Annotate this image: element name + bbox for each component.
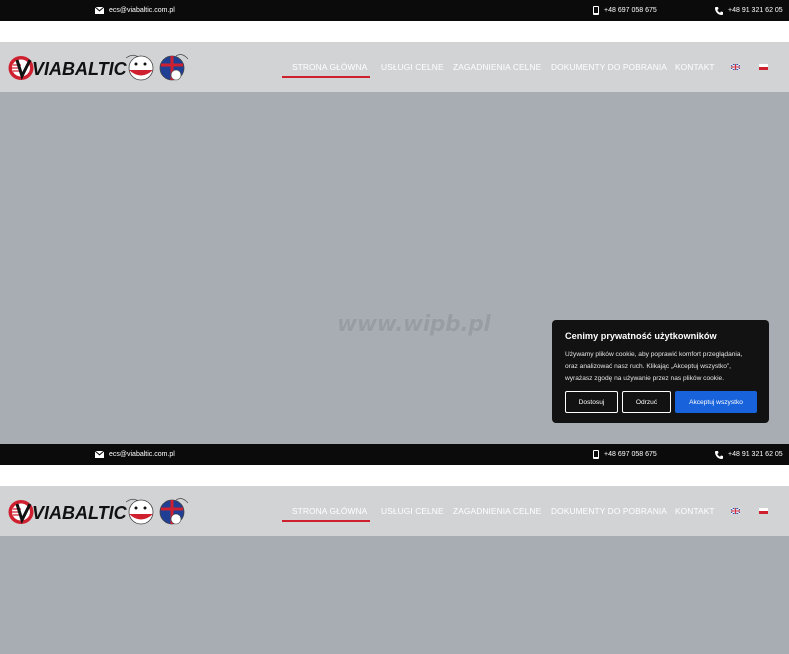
top-contact-bar-2: ecs@viabaltic.com.pl +48 697 058 675 +48… — [0, 444, 789, 465]
email-text: ecs@viabaltic.com.pl — [109, 7, 175, 14]
nav-item-customs-services-2[interactable]: USŁUGI CELNE — [381, 486, 444, 536]
envelope-icon — [95, 7, 104, 14]
phone-icon — [715, 450, 723, 459]
cookie-title: Cenimy prywatność użytkowników — [565, 331, 717, 341]
nav-item-customs-issues-2[interactable]: ZAGADNIENIA CELNE — [453, 486, 541, 536]
nav-item-home[interactable]: STRONA GŁÓWNA — [292, 42, 367, 92]
viabaltic-logo-2[interactable]: VIABALTIC — [8, 497, 193, 527]
polish-flag-icon[interactable] — [759, 64, 768, 70]
main-navbar-2: VIABALTIC STRONA GŁÓWNA USŁUGI CELNE ZAG… — [0, 486, 789, 536]
phone-text: +48 91 321 62 05 — [728, 7, 783, 14]
nav-item-contact-2[interactable]: KONTAKT — [675, 486, 715, 536]
customize-button[interactable]: Dostosuj — [565, 391, 618, 413]
phone-link-2[interactable]: +48 91 321 62 05 — [715, 444, 783, 465]
active-nav-underline — [282, 76, 370, 78]
nav-item-home-2[interactable]: STRONA GŁÓWNA — [292, 486, 367, 536]
nav-item-contact[interactable]: KONTAKT — [675, 42, 715, 92]
cookie-text-line-2: oraz analizować nasz ruch. Klikając „Akc… — [565, 363, 732, 370]
english-flag-icon[interactable] — [731, 508, 740, 514]
active-nav-underline-2 — [282, 520, 370, 522]
logo-text: VIABALTIC — [32, 59, 128, 79]
cookie-text-line-3: wyrażasz zgodę na używanie przez nas pli… — [565, 375, 725, 382]
envelope-icon — [95, 451, 104, 458]
email-link[interactable]: ecs@viabaltic.com.pl — [95, 0, 175, 21]
watermark-text: www.wipb.pl — [337, 312, 491, 337]
nav-item-documents-2[interactable]: DOKUMENTY DO POBRANIA — [551, 486, 667, 536]
polish-flag-icon[interactable] — [759, 508, 768, 514]
mobile-text: +48 697 058 675 — [604, 7, 657, 14]
mascot-icon — [125, 498, 189, 525]
top-contact-bar: ecs@viabaltic.com.pl +48 697 058 675 +48… — [0, 0, 789, 21]
main-navbar: VIABALTIC STRONA GŁÓWNA USŁUGI CELNE ZAG… — [0, 42, 789, 92]
mobile-link-2[interactable]: +48 697 058 675 — [593, 444, 657, 465]
phone-icon — [715, 6, 723, 15]
nav-item-documents[interactable]: DOKUMENTY DO POBRANIA — [551, 42, 667, 92]
accept-all-button[interactable]: Akceptuj wszystko — [675, 391, 757, 413]
header-spacer — [0, 21, 789, 42]
mobile-phone-icon — [593, 6, 599, 15]
phone-link[interactable]: +48 91 321 62 05 — [715, 0, 783, 21]
viabaltic-logo[interactable]: VIABALTIC — [8, 53, 193, 83]
mascot-icon — [125, 54, 189, 81]
mobile-text-2: +48 697 058 675 — [604, 451, 657, 458]
phone-text-2: +48 91 321 62 05 — [728, 451, 783, 458]
email-text-2: ecs@viabaltic.com.pl — [109, 451, 175, 458]
cookie-text-line-1: Używamy plików cookie, aby poprawić komf… — [565, 351, 743, 358]
reject-button[interactable]: Odrzuć — [622, 391, 671, 413]
mobile-link[interactable]: +48 697 058 675 — [593, 0, 657, 21]
mobile-phone-icon — [593, 450, 599, 459]
nav-item-customs-issues[interactable]: ZAGADNIENIA CELNE — [453, 42, 541, 92]
email-link-2[interactable]: ecs@viabaltic.com.pl — [95, 444, 175, 465]
logo-text-2: VIABALTIC — [32, 503, 128, 523]
hero-area-2 — [0, 536, 789, 654]
header-spacer-2 — [0, 465, 789, 486]
english-flag-icon[interactable] — [731, 64, 740, 70]
cookie-consent-banner: Cenimy prywatność użytkowników Używamy p… — [552, 320, 769, 423]
nav-item-customs-services[interactable]: USŁUGI CELNE — [381, 42, 444, 92]
